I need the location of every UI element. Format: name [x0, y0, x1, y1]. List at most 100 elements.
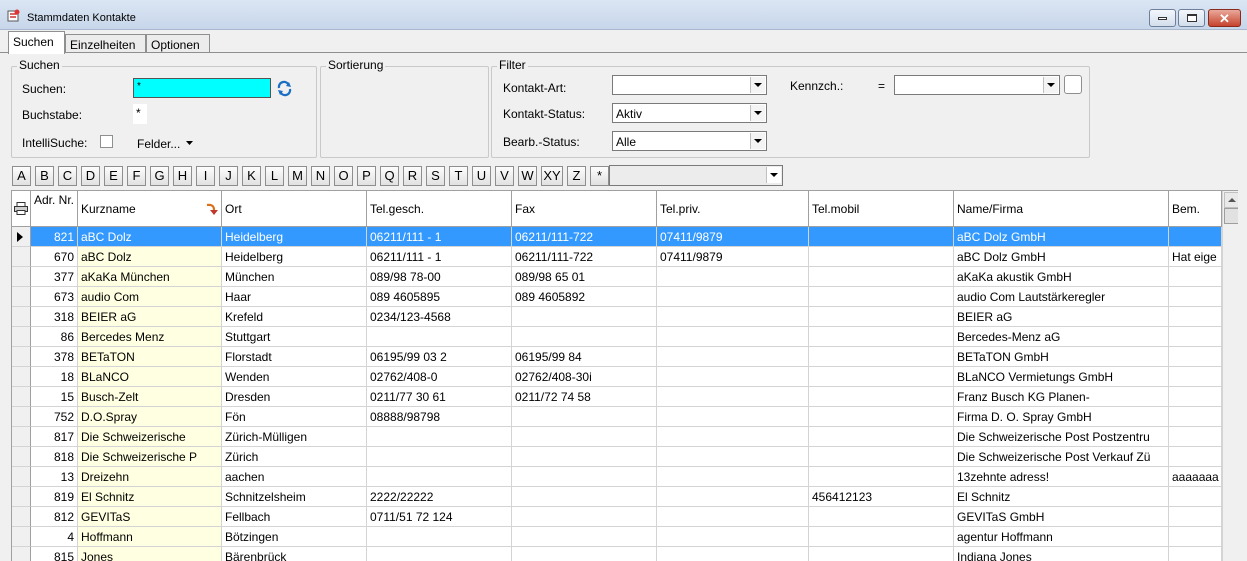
cell-nr[interactable]: 13: [31, 467, 78, 487]
maximize-button[interactable]: [1178, 9, 1205, 27]
alphabet-button[interactable]: *: [590, 166, 609, 186]
cell-tel[interactable]: [367, 327, 512, 347]
cell-nr[interactable]: 318: [31, 307, 78, 327]
letter-input[interactable]: *: [133, 104, 147, 124]
cell-priv[interactable]: [657, 287, 809, 307]
cell-fax[interactable]: [512, 507, 657, 527]
cell-nr[interactable]: 752: [31, 407, 78, 427]
cell-name[interactable]: Bercedes-Menz aG: [954, 327, 1169, 347]
minimize-button[interactable]: [1149, 9, 1176, 27]
cell-ort[interactable]: Bötzingen: [222, 527, 367, 547]
alphabet-button[interactable]: D: [81, 166, 100, 186]
cell-fax[interactable]: [512, 467, 657, 487]
cell-tel[interactable]: 06195/99 03 2: [367, 347, 512, 367]
cell-priv[interactable]: [657, 367, 809, 387]
cell-ort[interactable]: Stuttgart: [222, 327, 367, 347]
cell-nr[interactable]: 817: [31, 427, 78, 447]
cell-mobil[interactable]: [809, 427, 954, 447]
cell-bem[interactable]: [1169, 407, 1222, 427]
cell-priv[interactable]: [657, 467, 809, 487]
cell-tel[interactable]: 06211/111 - 1: [367, 247, 512, 267]
cell-tel[interactable]: 08888/98798: [367, 407, 512, 427]
alphabet-button[interactable]: F: [127, 166, 146, 186]
cell-fax[interactable]: [512, 447, 657, 467]
col-header-kurzname[interactable]: Kurzname: [78, 191, 222, 227]
cell-ort[interactable]: Heidelberg: [222, 247, 367, 267]
table-row[interactable]: 15 Busch-Zelt Dresden 0211/77 30 61 0211/72 …: [12, 387, 1222, 407]
cell-bem[interactable]: [1169, 287, 1222, 307]
cell-fax[interactable]: [512, 327, 657, 347]
cell-name[interactable]: aBC Dolz GmbH: [954, 227, 1169, 247]
cell-tel[interactable]: 0234/123-4568: [367, 307, 512, 327]
cell-kurz[interactable]: aBC Dolz: [78, 227, 222, 247]
cell-name[interactable]: Indiana Jones: [954, 547, 1169, 561]
cell-kurz[interactable]: BEIER aG: [78, 307, 222, 327]
cell-nr[interactable]: 815: [31, 547, 78, 561]
cell-bem[interactable]: [1169, 527, 1222, 547]
cell-priv[interactable]: [657, 507, 809, 527]
cell-name[interactable]: BEIER aG: [954, 307, 1169, 327]
cell-fax[interactable]: 06211/111-722: [512, 227, 657, 247]
col-header-bem[interactable]: Bem.: [1169, 191, 1222, 227]
table-row[interactable]: 13 Dreizehn aachen 13zehnte adress! aaaaaaa: [12, 467, 1222, 487]
cell-tel[interactable]: [367, 547, 512, 561]
cell-ort[interactable]: Krefeld: [222, 307, 367, 327]
cell-nr[interactable]: 377: [31, 267, 78, 287]
alphabet-button[interactable]: O: [334, 166, 353, 186]
kennz-checkbox[interactable]: [1064, 75, 1082, 94]
cell-mobil[interactable]: [809, 407, 954, 427]
cell-mobil[interactable]: 456412123: [809, 487, 954, 507]
kennz-select[interactable]: [894, 75, 1060, 95]
cell-priv[interactable]: [657, 307, 809, 327]
alphabet-button[interactable]: W: [518, 166, 537, 186]
cell-name[interactable]: Firma D. O. Spray GmbH: [954, 407, 1169, 427]
alphabet-button[interactable]: B: [35, 166, 54, 186]
cell-name[interactable]: Die Schweizerische Post Verkauf Zü: [954, 447, 1169, 467]
col-header-name[interactable]: Name/Firma: [954, 191, 1169, 227]
cell-tel[interactable]: 02762/408-0: [367, 367, 512, 387]
cell-nr[interactable]: 673: [31, 287, 78, 307]
table-row[interactable]: 821 aBC Dolz Heidelberg 06211/111 - 1 06211/…: [12, 227, 1222, 247]
cell-kurz[interactable]: GEVITaS: [78, 507, 222, 527]
cell-priv[interactable]: [657, 547, 809, 561]
col-header-telmobil[interactable]: Tel.mobil: [809, 191, 954, 227]
table-row[interactable]: 318 BEIER aG Krefeld 0234/123-4568 BEIER aG: [12, 307, 1222, 327]
cell-bem[interactable]: [1169, 547, 1222, 561]
cell-mobil[interactable]: [809, 547, 954, 561]
table-row[interactable]: 4 Hoffmann Bötzingen agentur Hoffmann: [12, 527, 1222, 547]
table-row[interactable]: 670 aBC Dolz Heidelberg 06211/111 - 1 06211/…: [12, 247, 1222, 267]
fields-button[interactable]: Felder...: [137, 137, 180, 151]
cell-mobil[interactable]: [809, 507, 954, 527]
cell-ort[interactable]: Wenden: [222, 367, 367, 387]
cell-bem[interactable]: [1169, 487, 1222, 507]
cell-fax[interactable]: 089 4605892: [512, 287, 657, 307]
cell-name[interactable]: agentur Hoffmann: [954, 527, 1169, 547]
cell-fax[interactable]: [512, 527, 657, 547]
alphabet-button[interactable]: E: [104, 166, 123, 186]
alphabet-button[interactable]: M: [288, 166, 307, 186]
col-header-telpriv[interactable]: Tel.priv.: [657, 191, 809, 227]
cell-mobil[interactable]: [809, 387, 954, 407]
search-input[interactable]: *: [133, 78, 271, 98]
cell-nr[interactable]: 812: [31, 507, 78, 527]
refresh-icon[interactable]: [276, 80, 293, 97]
cell-mobil[interactable]: [809, 527, 954, 547]
cell-tel[interactable]: [367, 427, 512, 447]
cell-bem[interactable]: [1169, 327, 1222, 347]
cell-kurz[interactable]: aKaKa München: [78, 267, 222, 287]
cell-nr[interactable]: 821: [31, 227, 78, 247]
contact-status-select[interactable]: Aktiv: [612, 103, 767, 123]
cell-kurz[interactable]: BETaTON: [78, 347, 222, 367]
cell-kurz[interactable]: Hoffmann: [78, 527, 222, 547]
cell-ort[interactable]: Schnitzelsheim: [222, 487, 367, 507]
cell-ort[interactable]: Fön: [222, 407, 367, 427]
cell-priv[interactable]: [657, 487, 809, 507]
cell-fax[interactable]: 06195/99 84: [512, 347, 657, 367]
cell-mobil[interactable]: [809, 447, 954, 467]
print-header[interactable]: [12, 191, 31, 227]
cell-fax[interactable]: [512, 427, 657, 447]
alphabet-button[interactable]: C: [58, 166, 77, 186]
cell-tel[interactable]: [367, 467, 512, 487]
cell-tel[interactable]: 0211/77 30 61: [367, 387, 512, 407]
intelli-checkbox[interactable]: [100, 135, 113, 148]
